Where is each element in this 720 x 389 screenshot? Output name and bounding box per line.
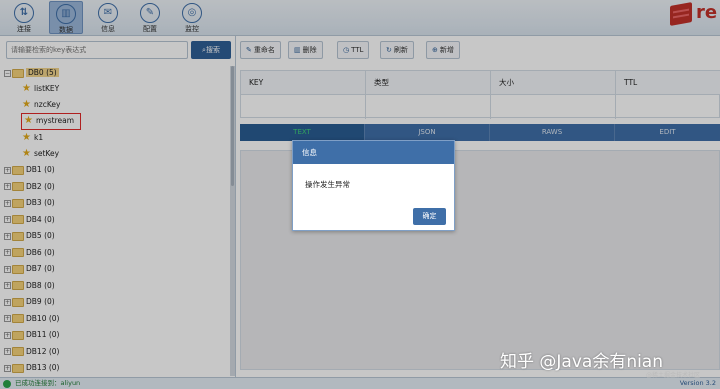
dialog-message: 操作发生异常	[305, 180, 350, 189]
watermark: 知乎 @Java余有nian	[500, 352, 664, 372]
watermark-sub: @稀土掘金技术社区	[646, 372, 701, 379]
info-dialog: 信息 操作发生异常 确定	[292, 140, 455, 231]
dialog-title: 信息	[293, 141, 454, 164]
ok-button[interactable]: 确定	[413, 208, 446, 225]
